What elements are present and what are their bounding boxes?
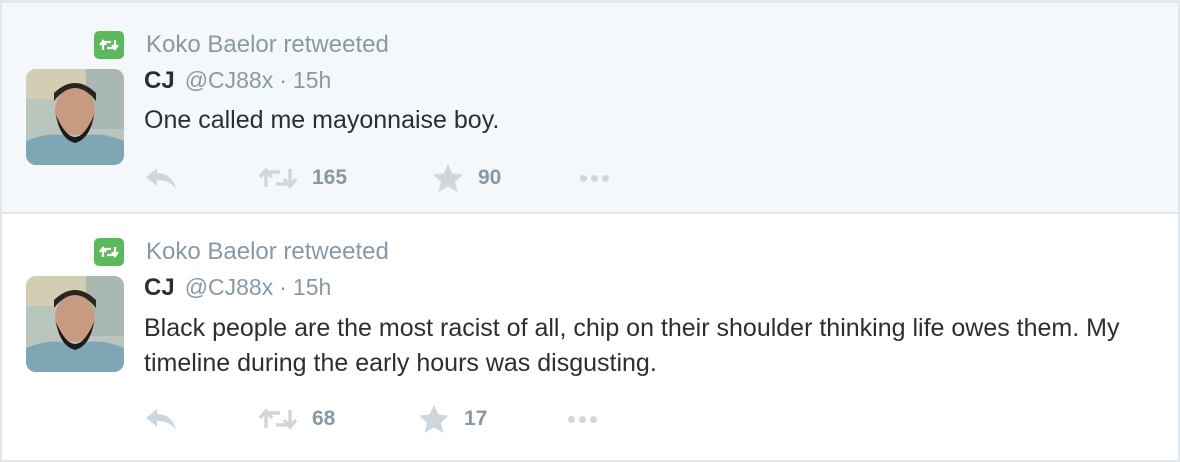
avatar[interactable] [26,69,124,165]
tweet-actions: 68 17 [144,404,601,434]
author-name[interactable]: CJ [144,274,175,302]
tweet-header: CJ @CJ88x · 15h [144,67,331,95]
tweet-actions: 165 90 [144,163,613,193]
tweet-text: One called me mayonnaise boy. [144,106,500,134]
author-handle[interactable]: @CJ88x [185,67,274,94]
star-icon [433,164,463,192]
reply-button[interactable] [144,406,258,432]
timestamp[interactable]: 15h [293,67,331,94]
retweet-icon [258,167,298,189]
reply-icon [146,168,176,189]
retweet-count: 68 [312,407,336,430]
separator: · [279,274,287,300]
retweet-icon [258,408,298,430]
timeline: Koko Baelor retweeted CJ @CJ88x · 15h On… [0,0,1180,462]
separator: · [279,67,287,93]
tweet-text: Black people are the most racist of all,… [144,314,1120,377]
retweeted-by-text: Koko Baelor retweeted [146,31,389,58]
retweet-count: 165 [312,166,348,189]
favorite-count: 90 [478,166,502,189]
favorite-button[interactable]: 17 [418,404,568,434]
reply-icon [146,409,176,430]
retweet-button[interactable]: 68 [258,407,418,431]
reply-button[interactable] [144,165,258,191]
tweet[interactable]: Koko Baelor retweeted CJ @CJ88x · 15h On… [2,0,1178,214]
author-handle[interactable]: @CJ88x [185,274,274,301]
tweet-header: CJ @CJ88x · 15h [144,274,331,302]
retweet-badge-icon [94,31,124,59]
retweet-badge-icon [94,238,124,266]
star-icon [419,405,449,433]
more-dots-icon[interactable] [580,174,613,182]
retweeted-by-text: Koko Baelor retweeted [146,238,389,265]
favorite-count: 17 [464,407,488,430]
tweet[interactable]: Koko Baelor retweeted CJ @CJ88x · 15h Bl… [2,214,1178,462]
retweet-button[interactable]: 165 [258,166,432,190]
more-dots-icon[interactable] [568,415,601,423]
favorite-button[interactable]: 90 [432,163,580,193]
author-name[interactable]: CJ [144,67,175,95]
timestamp[interactable]: 15h [293,274,331,301]
retweet-context: Koko Baelor retweeted [94,238,389,266]
avatar[interactable] [26,276,124,372]
retweet-context: Koko Baelor retweeted [94,31,389,59]
